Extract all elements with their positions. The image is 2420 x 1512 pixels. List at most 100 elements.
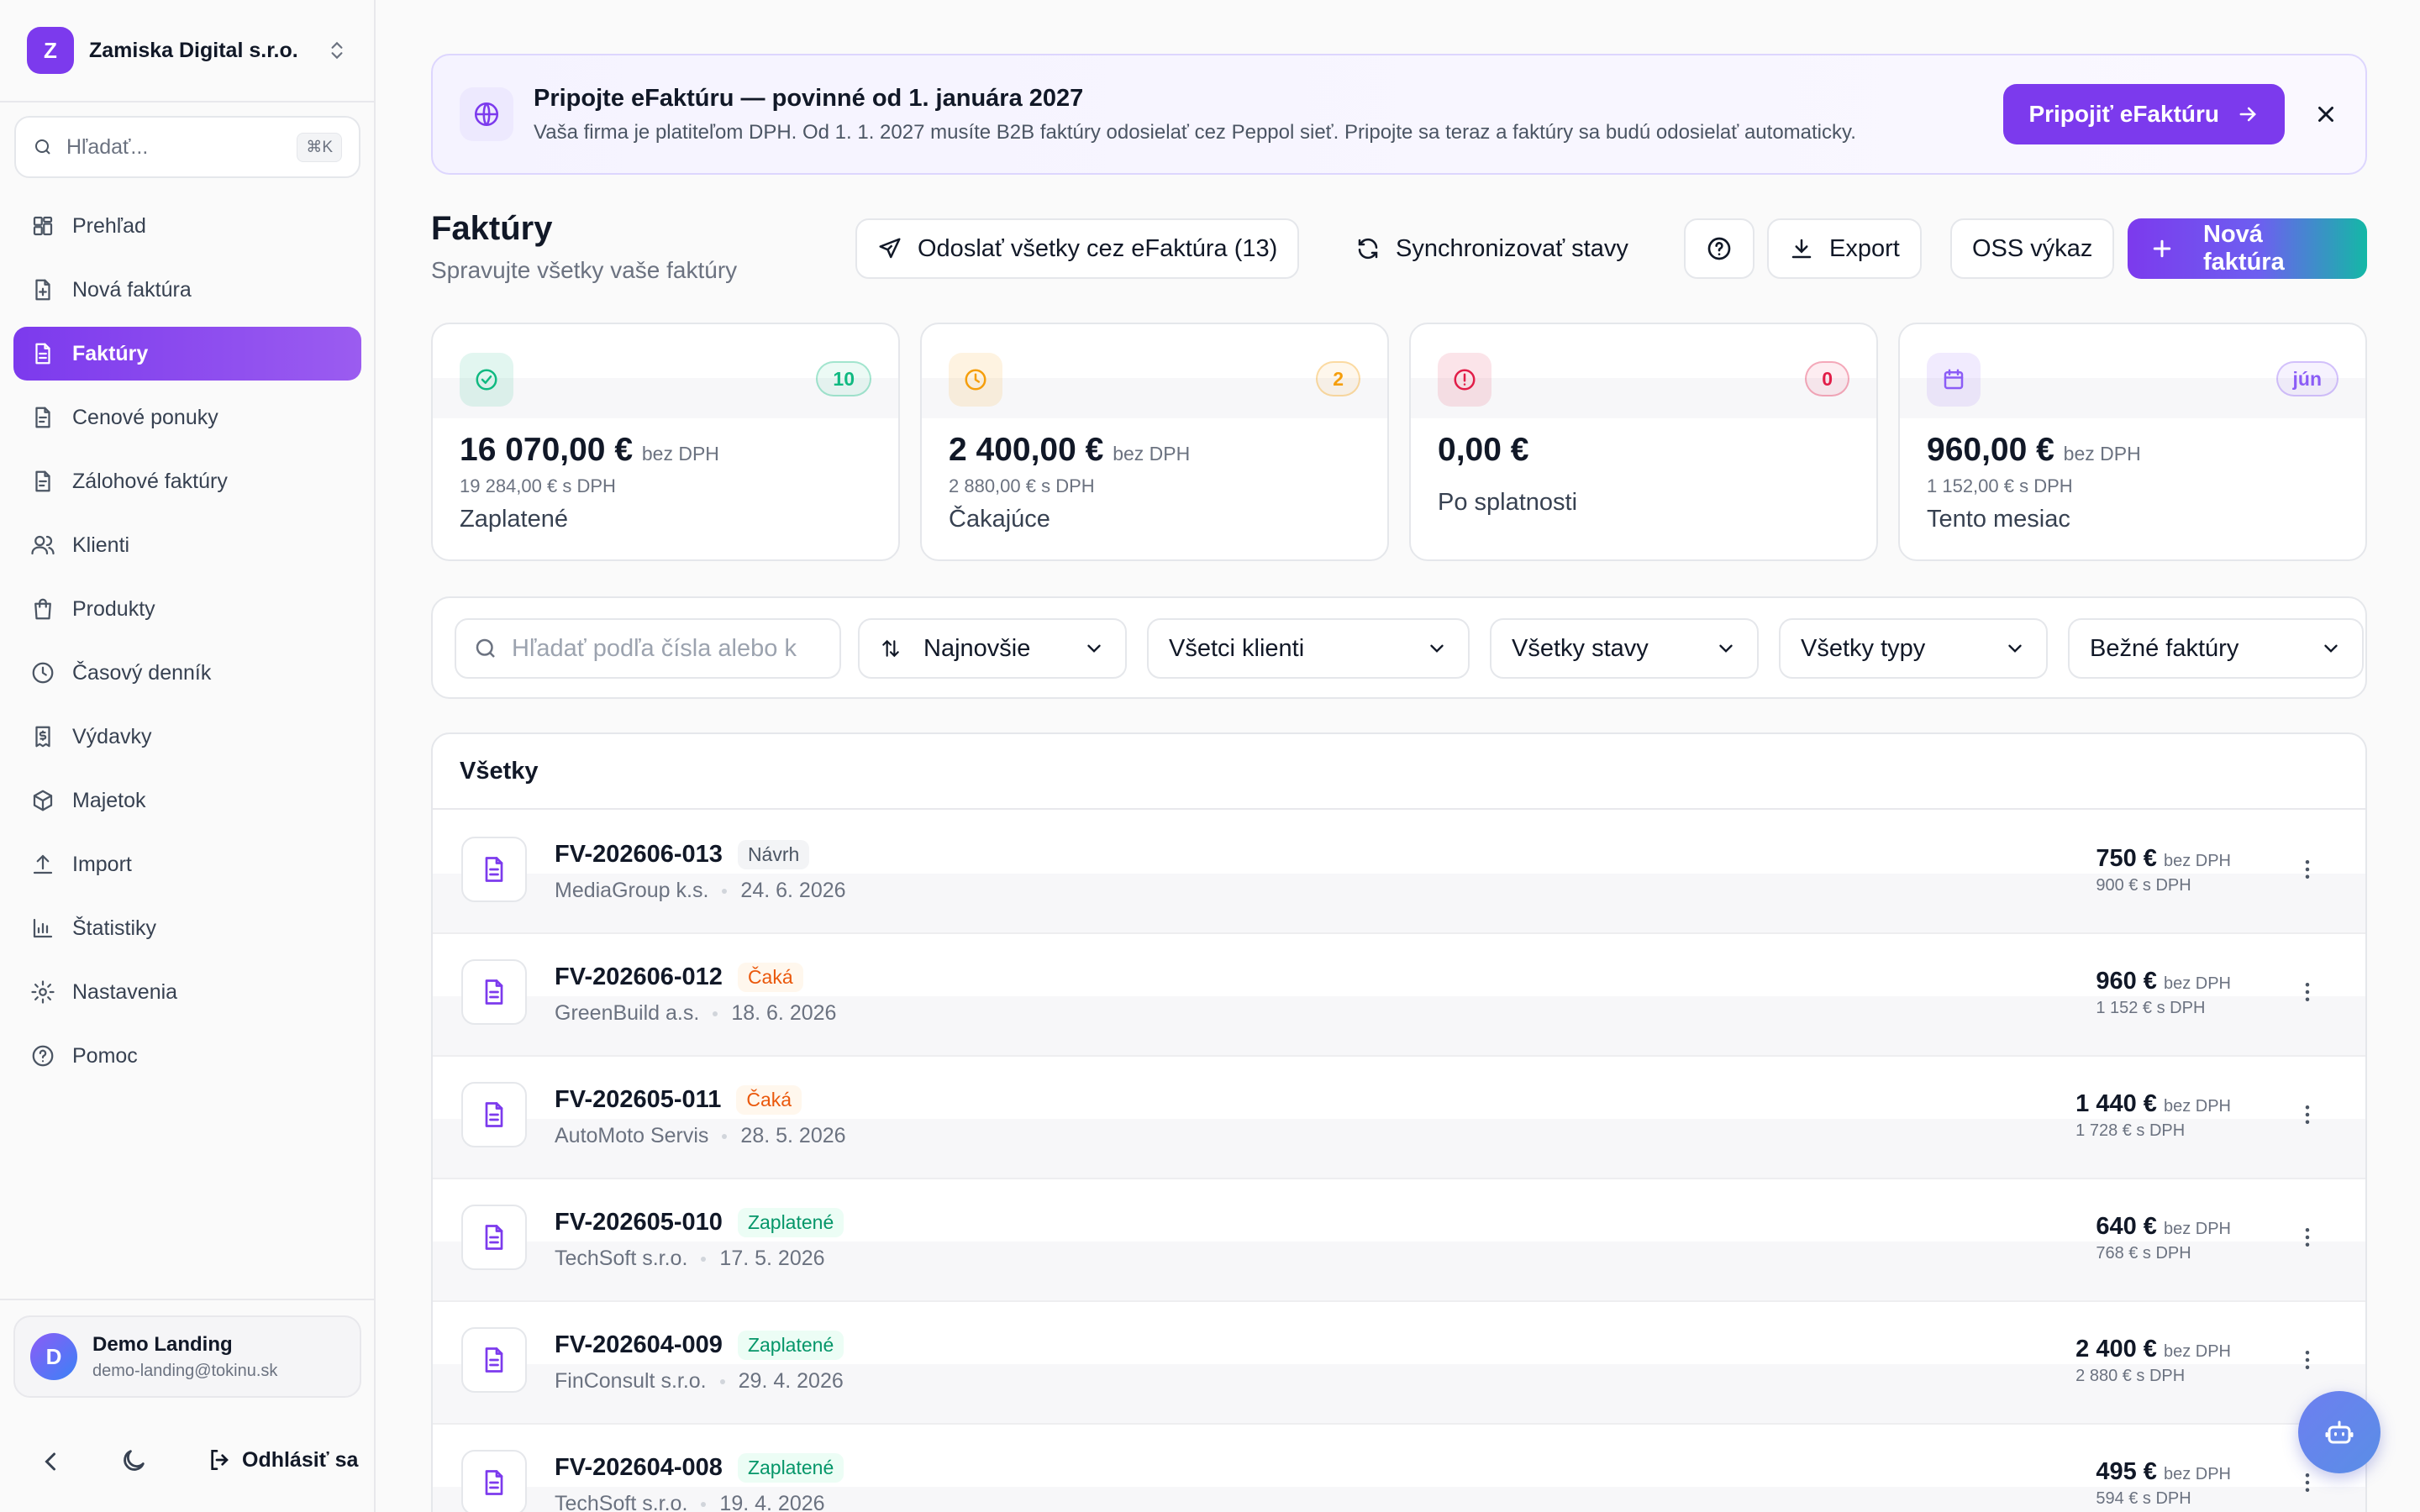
sidebar-item-9[interactable]: Výdavky [13,710,361,764]
stat-amount-value: 960,00 € [1927,432,2054,468]
more-vertical-icon[interactable] [2295,1225,2320,1250]
stat-card[interactable]: 2 2 400,00 € bez DPH 2 880,00 € s DPH Čakaj… [920,323,1389,561]
alert-circle-icon [1438,353,1491,407]
sidebar-item-11[interactable]: Import [13,837,361,891]
invoice-search-input[interactable]: Hľadať podľa čísla alebo k [455,618,841,679]
search-input[interactable]: Hľadať... ⌘K [14,116,360,178]
dashboard-icon [30,213,55,239]
package-icon [30,788,55,813]
stat-label: Tento mesiac [1927,506,2070,533]
avatar: D [30,1333,77,1380]
status-badge: Čaká [737,963,803,992]
table-row[interactable]: FV-202604-008 Zaplatené TechSoft s.r.o. 19.… [433,1425,2365,1512]
type-select[interactable]: Všetky typy [1779,618,2048,679]
export-button[interactable]: Export [1767,218,1922,279]
help-button[interactable] [1684,218,1754,279]
stat-card[interactable]: 0 0,00 € Po splatnosti [1409,323,1878,561]
file-text-icon [461,1082,527,1147]
count-badge: 2 [1316,361,1360,396]
kind-select[interactable]: Bežné faktúry [2068,618,2364,679]
sidebar-item-8[interactable]: Časový denník [13,646,361,700]
status-select[interactable]: Všetky stavy [1490,618,1759,679]
user-name: Demo Landing [92,1332,233,1356]
new-invoice-button[interactable]: Nová faktúra [2128,218,2367,279]
globe-icon [460,87,513,141]
status-badge: Zaplatené [737,1331,844,1360]
table-row[interactable]: FV-202605-010 Zaplatené TechSoft s.r.o. 17.… [433,1179,2365,1302]
sidebar-item-7[interactable]: Produkty [13,582,361,636]
search-icon [473,636,498,661]
send-all-efaktura-button[interactable]: Odoslať všetky cez eFaktúra (13) [855,218,1300,279]
new-invoice-label: Nová faktúra [2203,221,2285,276]
logout-button[interactable]: Odhlásiť sa [207,1446,358,1473]
more-vertical-icon[interactable] [2295,1347,2320,1373]
table-row[interactable]: FV-202606-013 Návrh MediaGroup k.s. 24. 6. … [433,811,2365,934]
table-row[interactable]: FV-202605-011 Čaká AutoMoto Servis 28. 5. 2… [433,1057,2365,1179]
table-row[interactable]: FV-202604-009 Zaplatené FinConsult s.r.o. 2… [433,1302,2365,1425]
sidebar-item-13[interactable]: Nastavenia [13,965,361,1019]
separator-dot [719,1378,725,1384]
more-vertical-icon[interactable] [2295,1470,2320,1495]
sidebar-item-14[interactable]: Pomoc [13,1029,361,1083]
file-text-icon [461,959,527,1025]
oss-report-button[interactable]: OSS výkaz [1950,218,2115,279]
sidebar-item-12[interactable]: Štatistiky [13,901,361,955]
sync-status-button[interactable]: Synchronizovať stavy [1334,218,1650,279]
invoice-amount: 640 € bez DPH 768 € s DPH [2096,1213,2231,1263]
invoice-number: FV-202605-011 [555,1086,722,1113]
sidebar-item-1[interactable]: Prehľad [13,199,361,253]
user-card[interactable]: D Demo Landing demo-landing@tokinu.sk [13,1315,361,1398]
invoice-number: FV-202606-012 [555,963,723,990]
workspace-switcher[interactable]: Z Zamiska Digital s.r.o. [27,25,348,76]
more-vertical-icon[interactable] [2295,1102,2320,1127]
stat-amount-suffix: bez DPH [2063,443,2141,465]
sidebar-item-4[interactable]: Cenové ponuky [13,391,361,444]
stat-amount-suffix: bez DPH [641,443,719,465]
assistant-button[interactable] [2298,1391,2381,1473]
check-circle-icon [460,353,513,407]
chevrons-up-down-icon [326,39,348,61]
client-name: AutoMoto Servis [555,1124,709,1147]
net-amount: 640 € [2096,1213,2157,1240]
client-select[interactable]: Všetci klienti [1147,618,1470,679]
net-amount: 495 € [2096,1458,2157,1485]
sort-select[interactable]: Najnovšie [858,618,1127,679]
moon-icon[interactable] [119,1446,150,1477]
invoice-amount: 2 400 € bez DPH 2 880 € s DPH [2075,1336,2231,1386]
stat-amount-value: 16 070,00 € [460,432,634,468]
sidebar-item-6[interactable]: Klienti [13,518,361,572]
separator-dot [701,1256,707,1262]
stat-card[interactable]: 10 16 070,00 € bez DPH 19 284,00 € s DPH Za… [431,323,900,561]
invoice-number: FV-202606-013 [555,841,723,868]
net-amount-line: 750 € bez DPH [2096,845,2231,873]
sidebar-item-label: Produkty [72,596,155,621]
sidebar-item-5[interactable]: Zálohové faktúry [13,454,361,508]
stat-card[interactable]: jún 960,00 € bez DPH 1 152,00 € s DPH Tento… [1898,323,2367,561]
close-icon[interactable] [2313,102,2338,127]
search-icon [33,137,53,157]
collapse-sidebar-icon[interactable] [35,1446,66,1477]
connect-efaktura-button[interactable]: Pripojiť eFaktúru [2003,84,2285,144]
filters-bar: Hľadať podľa čísla alebo k Najnovšie Vše… [431,596,2367,699]
status-badge: Návrh [737,840,810,869]
net-suffix: bez DPH [2163,1097,2231,1116]
sidebar-item-label: Majetok [72,788,146,812]
clock-icon [949,353,1002,407]
stat-label: Po splatnosti [1438,489,1578,516]
file-text-icon [461,837,527,902]
sidebar-item-3[interactable]: Faktúry [13,327,361,381]
more-vertical-icon[interactable] [2295,979,2320,1005]
logout-label: Odhlásiť sa [242,1447,359,1472]
chevron-down-icon [1426,638,1448,659]
help-circle-icon [30,1043,55,1068]
net-amount-line: 495 € bez DPH [2096,1458,2231,1486]
send-all-label: Odoslať všetky cez eFaktúra (13) [918,234,1278,262]
sidebar-item-label: Prehľad [72,213,146,238]
table-row[interactable]: FV-202606-012 Čaká GreenBuild a.s. 18. 6. 2… [433,934,2365,1057]
more-vertical-icon[interactable] [2295,857,2320,882]
sidebar-item-2[interactable]: Nová faktúra [13,263,361,317]
stat-amount-suffix: bez DPH [1113,443,1191,465]
workspace-logo: Z [27,27,74,74]
sidebar: Z Zamiska Digital s.r.o. Hľadať... ⌘K Pr… [0,0,376,1512]
sidebar-item-10[interactable]: Majetok [13,774,361,827]
